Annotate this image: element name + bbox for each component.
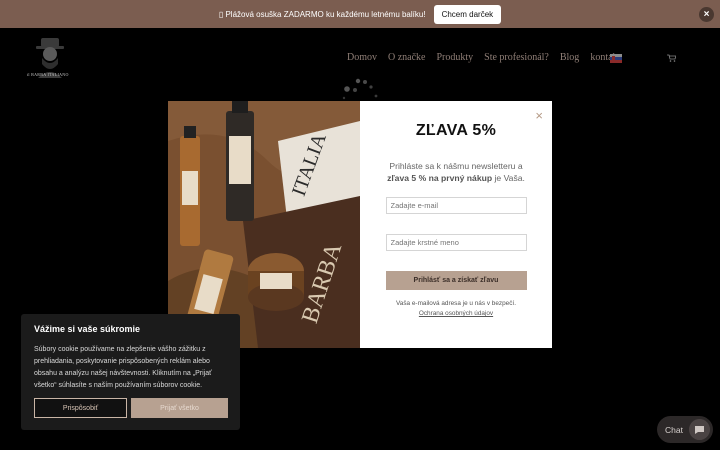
popup-description: Prihláste sa k nášmu newsletteru a zľava… — [385, 160, 527, 184]
slovak-flag-icon[interactable] — [610, 54, 622, 63]
subscribe-button[interactable]: Prihlásť sa a získať zľavu — [385, 271, 527, 290]
cookie-text: Súbory cookie používame na zlepšenie váš… — [34, 346, 212, 389]
product-image: ITALIA BARBA — [168, 101, 360, 348]
loading-dots-icon — [342, 78, 378, 100]
desc-bold: zľava 5 % na prvný nákup — [387, 173, 493, 183]
nav-blog[interactable]: Blog — [560, 52, 579, 63]
promo-text: ▯ Plážová osuška ZADARMO ku každému letn… — [218, 9, 426, 19]
chat-widget[interactable]: Chat — [657, 416, 713, 443]
promo-bar: ▯ Plážová osuška ZADARMO ku každému letn… — [0, 0, 720, 28]
newsletter-popup: ITALIA BARBA × ZĽAVA 5% Prihláste sa k n… — [168, 101, 552, 348]
close-icon[interactable]: × — [535, 109, 543, 122]
nav-professional[interactable]: Ste profesionál? — [484, 52, 549, 63]
cookie-consent: Vážime si vaše súkromie Súbory cookie po… — [21, 314, 240, 430]
cart-icon[interactable] — [667, 54, 676, 62]
logo-text: il BARBA ITALIANO — [27, 72, 69, 77]
accept-all-button[interactable]: Prijať všetko — [131, 398, 228, 418]
cookie-buttons: Prispôsobiť Prijať všetko — [34, 398, 228, 418]
customize-button[interactable]: Prispôsobiť — [34, 398, 127, 418]
nav-products[interactable]: Produkty — [436, 52, 473, 63]
desc-part2: je Vaša. — [492, 173, 525, 183]
newsletter-form: × ZĽAVA 5% Prihláste sa k nášmu newslett… — [360, 101, 552, 348]
popup-title: ZĽAVA 5% — [415, 122, 497, 139]
email-field[interactable] — [385, 197, 527, 214]
main-nav: Domov O značke Produkty Ste profesionál?… — [347, 52, 620, 63]
privacy-policy-link[interactable]: Ochrana osobných údajov — [385, 310, 527, 317]
claim-gift-button[interactable]: Chcem darček — [433, 4, 502, 24]
nav-home[interactable]: Domov — [347, 52, 377, 63]
close-icon[interactable]: × — [699, 7, 714, 22]
nav-about-brand[interactable]: O značke — [388, 52, 425, 63]
chat-bubble-icon[interactable] — [689, 419, 710, 440]
chat-label: Chat — [665, 424, 683, 435]
first-name-field[interactable] — [385, 234, 527, 251]
privacy-note: Vaša e-mailová adresa je u nás v bezpečí… — [396, 300, 516, 307]
desc-part1: Prihláste sa k nášmu newsletteru a — [389, 161, 523, 171]
cookie-title: Vážime si vaše súkromie — [34, 324, 141, 334]
